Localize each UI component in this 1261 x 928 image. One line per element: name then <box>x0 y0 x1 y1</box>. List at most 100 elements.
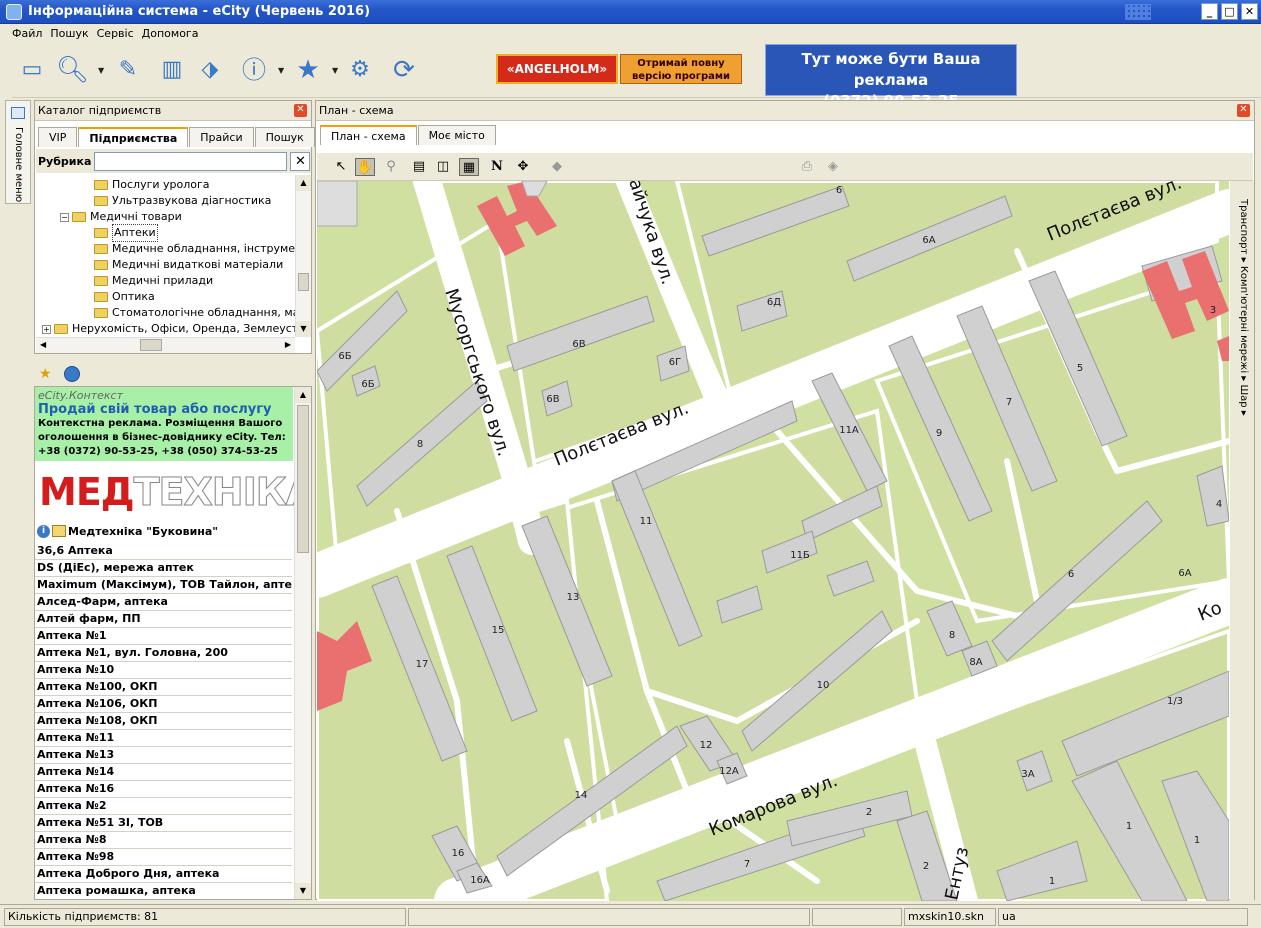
list-scroll-thumb[interactable] <box>297 405 309 553</box>
tree-node[interactable]: Медичне обладнання, інструмент <box>94 241 295 257</box>
company-row[interactable]: Аптека №14 <box>35 764 292 781</box>
company-row[interactable]: Аптека №13 <box>35 747 292 764</box>
company-row[interactable]: Алсед-Фарм, аптека <box>35 594 292 611</box>
globe-icon[interactable] <box>64 366 80 382</box>
map-side-panel[interactable]: Транспорт ▸ Комп'ютерні мережі ▸ Шар ▸ <box>1230 181 1254 901</box>
scroll-down-icon[interactable]: ▼ <box>296 321 311 337</box>
info-dropdown-icon[interactable]: ▼ <box>278 66 284 75</box>
tree-node[interactable]: Стоматологічне обладнання, матер <box>94 305 295 321</box>
film-icon[interactable]: ⚙ <box>344 54 376 86</box>
tree-node[interactable]: + Нерухомість, Офіси, Оренда, Землеустрій <box>42 321 295 337</box>
full-version-ad[interactable]: Отримай повну версію програми <box>620 54 742 84</box>
menu-search[interactable]: Пошук <box>50 27 88 40</box>
main-menu-tab[interactable]: Головне меню <box>5 100 31 204</box>
window-icon[interactable]: ▭ <box>16 54 48 86</box>
tab-vip[interactable]: VIP <box>38 127 78 147</box>
company-row[interactable]: Аптека Доброго Дня, аптека <box>35 866 292 883</box>
company-row[interactable]: 36,6 Аптека <box>35 543 292 560</box>
company-row[interactable]: Аптека №108, ОКП <box>35 713 292 730</box>
grid-icon[interactable]: ▦ <box>459 158 479 176</box>
close-button[interactable]: ✕ <box>1241 3 1258 20</box>
tree-node[interactable]: Медичні видаткові матеріали <box>94 257 283 273</box>
company-row[interactable]: Аптека №106, ОКП <box>35 696 292 713</box>
context-ad[interactable]: eCity.Контекст Продай свій товар або пос… <box>35 387 293 461</box>
ad-banner[interactable]: Тут може бути Ваша реклама (0372) 90-53-… <box>765 44 1017 110</box>
company-row[interactable]: Аптека №8 <box>35 832 292 849</box>
scroll-up-icon[interactable]: ▲ <box>296 175 311 191</box>
map-panel-close-button[interactable]: ✕ <box>1237 104 1250 117</box>
catalog-close-button[interactable]: ✕ <box>294 104 307 117</box>
search-icon[interactable]: 🔍︎ <box>56 54 89 86</box>
map-side-labels[interactable]: Транспорт ▸ Комп'ютерні мережі ▸ Шар ▸ <box>1238 199 1249 416</box>
menu-file[interactable]: Файл <box>12 27 42 40</box>
search-dropdown-icon[interactable]: ▼ <box>98 66 104 75</box>
3d-box-icon[interactable]: ◫ <box>433 158 453 176</box>
tab-search[interactable]: Пошук <box>254 127 315 147</box>
tree-node[interactable]: Послуги уролога <box>94 177 210 193</box>
maximize-button[interactable]: □ <box>1221 3 1238 20</box>
company-row[interactable]: DS (ДіЕс), мережа аптек <box>35 560 292 577</box>
hscroll-thumb[interactable] <box>140 339 162 351</box>
list-scroll-up-icon[interactable]: ▲ <box>295 387 311 403</box>
tree-node[interactable]: Оптика <box>94 289 155 305</box>
company-row[interactable]: Maximum (Максімум), ТОВ Тайлон, аптека <box>35 577 292 594</box>
menu-service[interactable]: Сервіс <box>97 27 134 40</box>
city-map[interactable]: Полєтаєва вул. Полєтаєва вул. Мусоргсько… <box>317 181 1229 901</box>
tree-node[interactable]: Медичні прилади <box>94 273 213 289</box>
info-icon[interactable]: ⓘ <box>238 54 270 86</box>
rubric-input[interactable] <box>94 151 288 171</box>
company-row[interactable]: Аптека №1, вул. Головна, 200 <box>35 645 292 662</box>
list-scrollbar[interactable]: ▲ ▼ <box>294 387 311 899</box>
books-icon[interactable]: ▥ <box>156 54 188 86</box>
star-dropdown-icon[interactable]: ▼ <box>332 66 338 75</box>
tab-plan[interactable]: План - схема <box>320 125 417 145</box>
tools-icon[interactable]: ✎ <box>112 54 144 86</box>
app-icon <box>6 3 22 20</box>
zoom-icon[interactable]: ⚲ <box>381 158 401 176</box>
scroll-left-icon[interactable]: ◀ <box>40 340 46 349</box>
company-row[interactable]: Аптека №11 <box>35 730 292 747</box>
menu-help[interactable]: Допомога <box>142 27 199 40</box>
company-row[interactable]: Аптека №1 <box>35 628 292 645</box>
tag-icon[interactable]: ⬗ <box>194 54 226 86</box>
tab-enterprises[interactable]: Підприємства <box>78 127 189 147</box>
star-icon[interactable]: ★ <box>292 54 324 86</box>
rubric-clear-button[interactable]: ✕ <box>290 151 311 171</box>
tree-node[interactable]: Ультразвукова діагностика <box>94 193 271 209</box>
ruler-icon[interactable]: ▤ <box>409 158 429 176</box>
medtechnika-logo[interactable]: МЕДТЕХНІКА <box>39 471 311 514</box>
company-row[interactable]: Алтей фарм, ПП <box>35 611 292 628</box>
company-row[interactable]: Аптека №98 <box>35 849 292 866</box>
company-row[interactable]: Аптека №100, ОКП <box>35 679 292 696</box>
company-row[interactable]: Аптека №16 <box>35 781 292 798</box>
print-icon[interactable]: ⎙ <box>797 158 817 176</box>
company-row[interactable]: Аптека №10 <box>35 662 292 679</box>
scroll-thumb[interactable] <box>298 273 309 291</box>
pointer-icon[interactable]: ↖ <box>331 158 351 176</box>
company-row[interactable]: Аптека ромашка, аптека <box>35 883 292 899</box>
tab-my-city[interactable]: Моє місто <box>417 125 496 145</box>
move-icon[interactable]: ✥ <box>513 158 533 176</box>
eraser-icon[interactable]: ◆ <box>547 158 567 176</box>
minimize-button[interactable]: _ <box>1201 3 1218 20</box>
list-scroll-down-icon[interactable]: ▼ <box>295 883 311 899</box>
refresh-icon[interactable]: ⟳ <box>388 54 420 86</box>
export-icon[interactable]: ◈ <box>823 158 843 176</box>
scroll-right-icon[interactable]: ▶ <box>285 340 291 349</box>
tab-prices[interactable]: Прайси <box>189 127 254 147</box>
tree-scrollbar[interactable]: ▲ ▼ <box>295 175 311 337</box>
info-icon[interactable]: i <box>37 524 50 538</box>
tree-hscrollbar[interactable]: ◀ ▶ <box>36 337 295 353</box>
company-row[interactable]: Аптека №2 <box>35 798 292 815</box>
hand-icon[interactable]: ✋ <box>355 158 375 176</box>
tree-node[interactable]: Аптеки <box>94 224 158 242</box>
favorites-icon[interactable]: ★ <box>39 366 52 382</box>
angelholm-ad[interactable]: «ANGELHOLM» <box>496 54 618 84</box>
tree-node[interactable]: − Медичні товари <box>60 209 182 225</box>
company-row[interactable]: Аптека №51 ЗІ, ТОВ <box>35 815 292 832</box>
expand-toggle-icon[interactable]: − <box>60 212 69 222</box>
building-number: 6Б <box>338 351 351 362</box>
expand-toggle-icon[interactable]: + <box>42 324 51 334</box>
featured-company[interactable]: i Медтехніка "Буковина" <box>37 521 293 541</box>
north-icon[interactable]: N <box>487 158 507 176</box>
